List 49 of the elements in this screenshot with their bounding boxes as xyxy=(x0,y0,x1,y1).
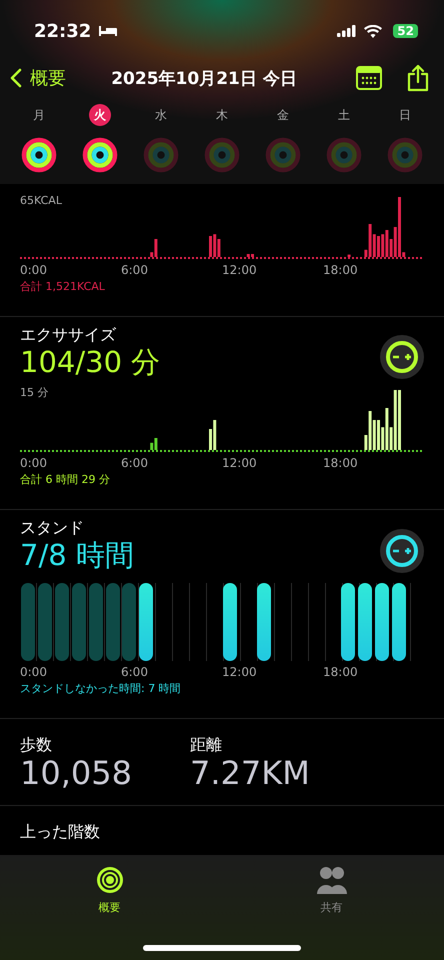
ring-adjust-button[interactable] xyxy=(380,335,424,380)
signal-icon xyxy=(337,25,358,37)
stand-note: スタンドしなかった時間: 7 時間 xyxy=(20,680,182,696)
status-time: 22:32 xyxy=(34,20,92,42)
chart-max-label: 15 分 xyxy=(20,385,50,400)
axis-label: 12:00 xyxy=(222,263,258,277)
weekday-label[interactable]: 木 xyxy=(211,104,233,126)
weekday-label[interactable]: 月 xyxy=(28,104,50,126)
date-title: 2025年10月21日 今日 xyxy=(110,68,298,90)
chevron-left-icon xyxy=(10,68,22,88)
axis-label: 12:00 xyxy=(222,664,258,679)
section-title: 上った階数 xyxy=(19,820,101,843)
share-icon[interactable] xyxy=(406,64,430,92)
weekday-label[interactable]: 土 xyxy=(333,104,355,126)
tab-button[interactable]: 共有 xyxy=(308,865,354,916)
weekday-label[interactable]: 水 xyxy=(150,104,172,126)
back-button[interactable]: 概要 xyxy=(10,66,66,90)
battery-indicator: 52 xyxy=(393,24,418,38)
wifi-icon xyxy=(364,24,382,38)
chart-max-label: 65KCAL xyxy=(20,194,63,207)
tab-button[interactable]: 概要 xyxy=(90,865,130,916)
axis-label: 0:00 xyxy=(20,664,48,679)
axis-label: 0:00 xyxy=(20,456,48,470)
axis-label: 0:00 xyxy=(20,263,48,277)
stat-value: 7.27KM xyxy=(190,756,310,791)
axis-label: 12:00 xyxy=(222,456,258,470)
stat-label: 距離 xyxy=(190,734,223,756)
bed-icon xyxy=(98,25,118,37)
weekday-label[interactable]: 日 xyxy=(394,104,416,126)
stat-label: 歩数 xyxy=(20,734,53,756)
axis-label: 18:00 xyxy=(323,456,359,470)
exercise-title: エクササイズ xyxy=(20,325,117,346)
rings-icon xyxy=(96,866,124,894)
axis-label: 6:00 xyxy=(121,263,149,277)
weekday-label[interactable]: 火 xyxy=(89,104,111,126)
ring-adjust-button[interactable] xyxy=(380,528,424,573)
exercise-total: 合計 6 時間 29 分 xyxy=(20,472,111,488)
axis-label: 6:00 xyxy=(121,664,149,679)
axis-label: 18:00 xyxy=(323,664,359,679)
stand-value: 7/8 時間 xyxy=(20,539,134,573)
axis-label: 18:00 xyxy=(323,263,359,277)
move-total: 合計 1,521KCAL xyxy=(20,279,106,294)
calendar-icon[interactable] xyxy=(356,66,382,90)
axis-label: 6:00 xyxy=(121,456,149,470)
stand-title: スタンド xyxy=(20,518,85,540)
people-icon xyxy=(314,866,348,894)
stat-value: 10,058 xyxy=(20,756,132,791)
weekday-label[interactable]: 金 xyxy=(272,104,294,126)
exercise-value: 104/30 分 xyxy=(20,346,160,380)
